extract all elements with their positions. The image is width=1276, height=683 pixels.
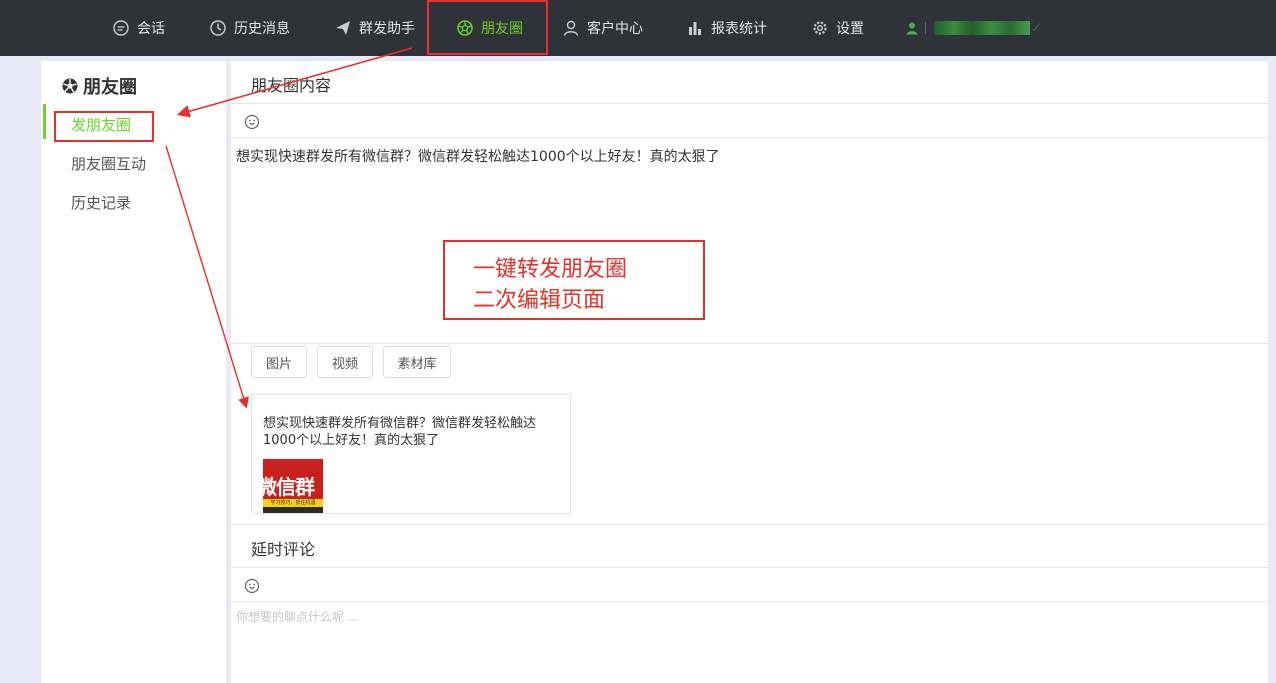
emoji-icon[interactable] — [244, 114, 260, 130]
sidebar-item-moments-interaction[interactable]: 朋友圈互动 — [71, 153, 146, 174]
nav-label: 客户中心 — [587, 21, 643, 37]
user-icon — [562, 19, 580, 37]
clock-icon — [209, 19, 227, 37]
chat-icon — [112, 19, 130, 37]
comment-input[interactable]: 你想要的聊点什么呢 ... — [236, 608, 359, 625]
thumb-caption: 微信群 — [263, 475, 315, 499]
caret-icon: ⟋ — [1033, 22, 1040, 34]
sidebar: 朋友圈 发朋友圈 朋友圈互动 历史记录 — [41, 61, 226, 683]
user-icon — [906, 22, 918, 35]
annotation-line-1: 一键转发朋友圈 — [473, 257, 628, 282]
bar-chart-icon — [686, 19, 704, 37]
nav-label: 会话 — [137, 21, 165, 37]
emoji-icon[interactable] — [244, 578, 260, 594]
preview-text: 想实现快速群发所有微信群？微信群发轻松触达1000个以上好友！真的太狠了 — [263, 416, 537, 448]
top-nav-bar: 会话 历史消息 群发助手 朋友圈 客户中心 报表统计 设置 ⟋ — [0, 0, 1276, 56]
moment-preview-card[interactable]: 想实现快速群发所有微信群？微信群发轻松触达1000个以上好友！真的太狠了 微信群… — [251, 394, 571, 514]
content-textarea[interactable]: 想实现快速群发所有微信群？微信群发轻松触达1000个以上好友！真的太狠了 — [236, 146, 720, 166]
image-button[interactable]: 图片 — [251, 346, 307, 378]
user-name-blurred — [934, 21, 1030, 35]
divider — [925, 22, 926, 34]
nav-item-history[interactable]: 历史消息 — [209, 0, 290, 56]
divider — [231, 524, 1268, 525]
sidebar-title: 朋友圈 — [61, 73, 137, 99]
divider — [231, 343, 1268, 344]
nav-item-customers[interactable]: 客户中心 — [562, 0, 643, 56]
divider — [231, 601, 1268, 602]
nav-item-settings[interactable]: 设置 — [811, 0, 864, 56]
nav-item-reports[interactable]: 报表统计 — [686, 0, 767, 56]
thumb-band-text: 学习技巧，抓住机遇 — [270, 500, 316, 506]
nav-item-chat[interactable]: 会话 — [112, 0, 165, 56]
active-indicator — [43, 104, 46, 139]
sidebar-title-text: 朋友圈 — [83, 77, 137, 98]
nav-item-broadcast[interactable]: 群发助手 — [334, 0, 415, 56]
thumb-footer — [263, 507, 323, 513]
moments-icon — [62, 78, 78, 94]
nav-label: 群发助手 — [359, 21, 415, 37]
send-icon — [334, 19, 352, 37]
video-button[interactable]: 视频 — [317, 346, 373, 378]
current-user[interactable]: ⟋ — [905, 18, 1040, 38]
thumb-band: 学习技巧，抓住机遇 — [263, 499, 323, 507]
main-panel: 朋友圈内容 想实现快速群发所有微信群？微信群发轻松触达1000个以上好友！真的太… — [231, 61, 1268, 683]
nav-label: 历史消息 — [234, 21, 290, 37]
preview-thumbnail[interactable]: 微信群 学习技巧，抓住机遇 — [263, 459, 323, 513]
material-library-button[interactable]: 素材库 — [383, 346, 451, 378]
divider — [231, 567, 1268, 568]
gear-icon — [811, 19, 829, 37]
nav-label: 设置 — [836, 21, 864, 37]
annotation-line-2: 二次编辑页面 — [473, 288, 606, 313]
sidebar-item-history[interactable]: 历史记录 — [71, 192, 131, 213]
divider — [231, 103, 1268, 104]
annotation-highlight-nav — [427, 0, 548, 55]
annotation-callout: 一键转发朋友圈 二次编辑页面 — [443, 240, 705, 320]
nav-label: 报表统计 — [711, 21, 767, 37]
content-section-title: 朋友圈内容 — [251, 76, 332, 95]
annotation-highlight-sidebar — [54, 111, 154, 142]
comment-section-title: 延时评论 — [251, 540, 316, 559]
divider — [231, 137, 1268, 138]
